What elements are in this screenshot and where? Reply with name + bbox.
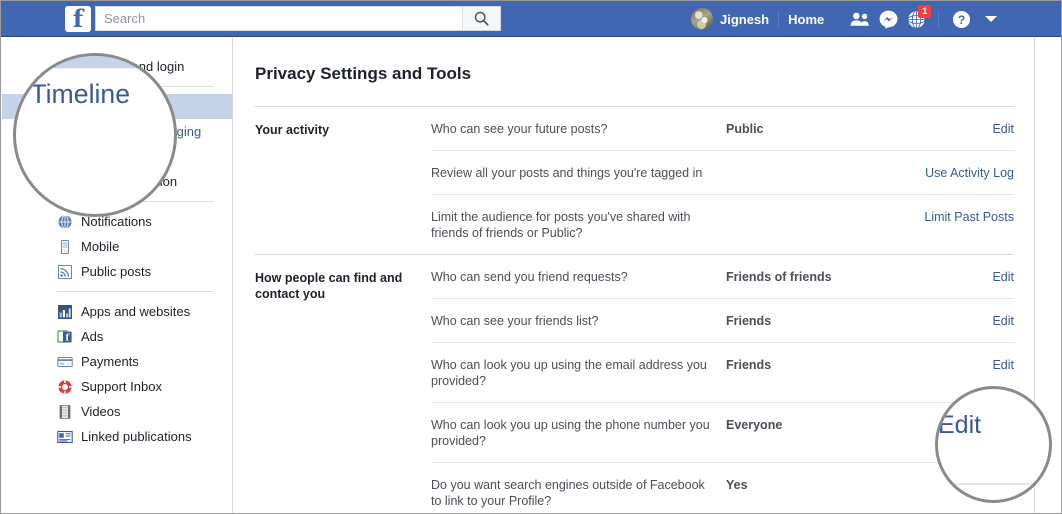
magnified-item-label: Timeline [30, 78, 131, 110]
magnifier-privacy: Privacy Timeline [13, 53, 177, 217]
nav-divider [778, 11, 780, 27]
svg-text:?: ? [957, 12, 965, 26]
setting-question: Review all your posts and things you're … [431, 166, 703, 180]
section-label: Your activity [255, 123, 330, 137]
settings-row: Who can look you up using the email addr… [431, 343, 1014, 403]
sidebar-item-mobile[interactable]: Mobile [2, 234, 232, 259]
magnifier-edit-content: Edit [938, 389, 1049, 485]
sidebar-divider [57, 291, 214, 292]
ads-icon: f [57, 329, 72, 343]
setting-question: Do you want search engines outside of Fa… [431, 478, 705, 508]
section-how-people-can-find-you: How people can find and contact you Who … [255, 254, 1014, 513]
nav-divider-2 [938, 10, 940, 28]
film-icon [59, 404, 71, 419]
settings-row: Who can see your future posts? Public Ed… [431, 107, 1014, 151]
top-navigation-bar: f Jignesh Home [1, 1, 1061, 37]
facebook-privacy-settings-page: f Jignesh Home [0, 0, 1062, 514]
setting-value: Friends [726, 358, 772, 372]
payments-icon [57, 356, 73, 367]
friend-requests-icon[interactable] [846, 7, 874, 31]
sidebar-item-label: Payments [81, 354, 139, 369]
setting-question: Who can see your future posts? [431, 122, 608, 136]
section-rows: Who can send you friend requests? Friend… [431, 255, 1014, 513]
magnifier-privacy-content: Privacy Timeline [16, 56, 174, 120]
section-label: How people can find and contact you [255, 271, 403, 301]
setting-value: Public [726, 122, 764, 136]
magnified-sidebar-item-privacy[interactable]: Privacy [16, 56, 174, 69]
setting-question: Limit the audience for posts you've shar… [431, 210, 691, 240]
facebook-logo-icon[interactable]: f [65, 5, 91, 32]
magnifier-edit: Edit [935, 386, 1052, 503]
search-icon[interactable] [462, 7, 500, 30]
sidebar-item-label: Videos [81, 404, 121, 419]
mobile-icon [61, 239, 69, 254]
sidebar-item-ads[interactable]: f Ads [2, 324, 232, 349]
settings-row: Who can send you friend requests? Friend… [431, 255, 1014, 299]
setting-question: Who can look you up using the email addr… [431, 358, 707, 388]
sidebar-item-payments[interactable]: Payments [2, 349, 232, 374]
settings-row: Do you want search engines outside of Fa… [431, 463, 1014, 513]
setting-value: Yes [726, 478, 748, 492]
edit-link[interactable]: Edit [911, 357, 1014, 373]
help-icon[interactable]: ? [947, 7, 975, 31]
edit-link[interactable]: Edit [911, 313, 1014, 329]
sidebar-item-support-inbox[interactable]: Support Inbox [2, 374, 232, 399]
sidebar-item-label: Ads [81, 329, 104, 344]
setting-question: Who can see your friends list? [431, 314, 599, 328]
sidebar-item-linked-publications[interactable]: Linked publications [2, 424, 232, 449]
publications-icon [57, 430, 73, 443]
search-input[interactable] [96, 7, 462, 30]
settings-row: Who can see your friends list? Friends E… [431, 299, 1014, 343]
sidebar-item-apps-and-websites[interactable]: Apps and websites [2, 299, 232, 324]
sidebar-item-label: Support Inbox [81, 379, 162, 394]
profile-name-link[interactable]: Jignesh [720, 12, 769, 27]
sidebar-item-public-posts[interactable]: Public posts [2, 259, 232, 284]
rss-icon [58, 264, 72, 279]
settings-row: Limit the audience for posts you've shar… [431, 195, 1014, 254]
notification-badge: 1 [918, 5, 932, 18]
settings-row: Review all your posts and things you're … [431, 151, 1014, 195]
sidebar-item-label: Linked publications [81, 429, 192, 444]
notifications-globe-icon[interactable]: 1 [902, 5, 932, 31]
edit-link[interactable]: Edit [911, 269, 1014, 285]
header-icon-group: 1 ? [846, 5, 998, 31]
page-title: Privacy Settings and Tools [255, 64, 472, 83]
chevron-down-icon[interactable] [985, 16, 998, 22]
sidebar-item-label: Mobile [81, 239, 120, 254]
sidebar-item-label: Apps and websites [81, 304, 191, 319]
use-activity-log-link[interactable]: Use Activity Log [911, 165, 1014, 181]
setting-value: Everyone [726, 418, 783, 432]
sidebar-item-label: Public posts [81, 264, 152, 279]
setting-question: Who can look you up using the phone numb… [431, 418, 710, 448]
home-link[interactable]: Home [788, 12, 824, 27]
magnified-edit-link[interactable]: Edit [938, 411, 1049, 439]
setting-value: Friends [726, 314, 772, 328]
main-content: Privacy Settings and Tools Your activity… [234, 38, 1035, 513]
limit-past-posts-link[interactable]: Limit Past Posts [911, 209, 1014, 225]
sidebar-item-videos[interactable]: Videos [2, 399, 232, 424]
search-bar[interactable] [95, 6, 501, 31]
section-rows: Who can see your future posts? Public Ed… [431, 107, 1014, 254]
lifebuoy-icon [58, 379, 72, 394]
header-right-nav: Jignesh Home 1 ? [691, 1, 998, 37]
messenger-icon[interactable] [874, 7, 902, 31]
globe-icon [58, 214, 72, 229]
magnified-sidebar-item-timeline[interactable]: Timeline [16, 68, 174, 119]
edit-link[interactable]: Edit [911, 121, 1014, 137]
settings-row: Who can look you up using the phone numb… [431, 403, 1014, 463]
apps-icon [58, 304, 72, 319]
setting-value: Friends of friends [726, 270, 832, 284]
avatar[interactable] [691, 8, 713, 30]
section-your-activity: Your activity Who can see your future po… [255, 106, 1014, 254]
setting-question: Who can send you friend requests? [431, 270, 628, 284]
